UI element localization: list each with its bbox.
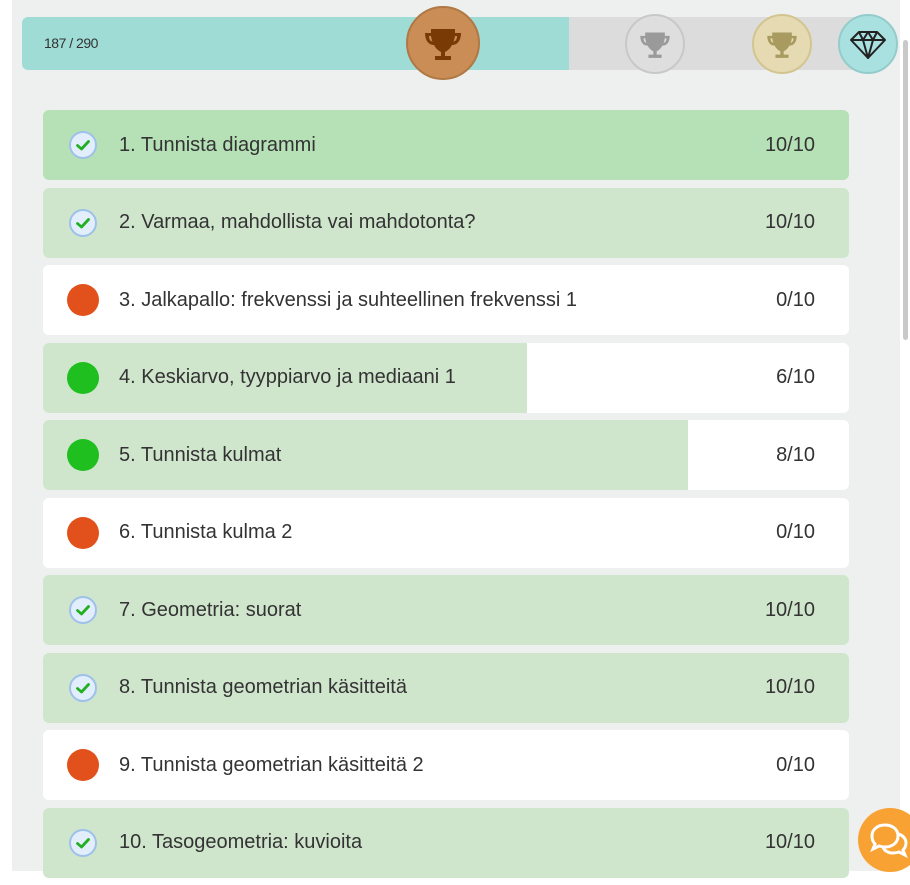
exercise-title: 3. Jalkapallo: frekvenssi ja suhteelline… xyxy=(119,288,578,311)
check-icon xyxy=(76,605,90,616)
diamond-icon xyxy=(850,31,886,59)
exercise-score: 8/10 xyxy=(776,443,815,466)
exercise-row[interactable]: 4. Keskiarvo, tyyppiarvo ja mediaani 1 6… xyxy=(43,342,849,413)
not-started-dot-icon xyxy=(67,516,99,549)
in-progress-dot-icon xyxy=(67,361,99,394)
exercise-score: 10/10 xyxy=(764,133,815,156)
trophy-silver xyxy=(625,14,685,74)
exercise-score: 0/10 xyxy=(776,753,815,776)
completed-check-icon xyxy=(69,208,97,237)
progress-text: 187 / 290 xyxy=(44,35,98,51)
exercise-score: 0/10 xyxy=(776,288,815,311)
exercise-title: 5. Tunnista kulmat xyxy=(119,443,282,466)
exercise-row[interactable]: 2. Varmaa, mahdollista vai mahdotonta? 1… xyxy=(43,187,849,258)
exercise-row[interactable]: 8. Tunnista geometrian käsitteitä 10/10 xyxy=(43,652,849,723)
exercise-row[interactable]: 3. Jalkapallo: frekvenssi ja suhteelline… xyxy=(43,265,849,335)
exercise-score: 0/10 xyxy=(776,521,815,543)
check-icon xyxy=(76,682,90,693)
exercise-title: 2. Varmaa, mahdollista vai mahdotonta? xyxy=(119,211,476,233)
trophy-gold xyxy=(752,14,812,74)
exercise-row[interactable]: 10. Tasogeometria: kuvioita 10/10 xyxy=(43,807,849,878)
trophy-icon xyxy=(767,32,797,58)
not-started-dot-icon xyxy=(67,284,99,316)
not-started-dot-icon xyxy=(67,749,99,781)
exercise-score: 10/10 xyxy=(764,831,815,853)
check-icon xyxy=(76,140,90,151)
trophy-diamond xyxy=(838,14,898,74)
exercise-list: 1. Tunnista diagrammi 10/10 2. Varmaa, m… xyxy=(43,110,849,885)
exercise-title: 1. Tunnista diagrammi xyxy=(119,133,316,156)
exercise-title: 6. Tunnista kulma 2 xyxy=(119,521,293,543)
trophy-icon xyxy=(640,32,670,58)
in-progress-dot-icon xyxy=(67,439,99,471)
exercise-score: 6/10 xyxy=(776,366,815,388)
trophy-bronze xyxy=(406,6,480,80)
exercise-score: 10/10 xyxy=(764,598,815,621)
exercise-title: 9. Tunnista geometrian käsitteitä 2 xyxy=(119,753,424,776)
chat-bubbles-icon xyxy=(870,823,908,858)
exercise-row[interactable]: 1. Tunnista diagrammi 10/10 xyxy=(43,110,849,180)
check-icon xyxy=(76,837,90,848)
exercise-score: 10/10 xyxy=(764,211,815,233)
completed-check-icon xyxy=(69,596,97,624)
trophy-icon xyxy=(425,29,461,60)
completed-check-icon xyxy=(69,828,97,857)
exercise-title: 10. Tasogeometria: kuvioita xyxy=(119,831,363,853)
exercise-row[interactable]: 9. Tunnista geometrian käsitteitä 2 0/10 xyxy=(43,730,849,800)
exercise-score: 10/10 xyxy=(764,676,815,698)
check-icon xyxy=(76,217,90,228)
scrollbar[interactable] xyxy=(903,40,908,340)
completed-check-icon xyxy=(69,131,97,159)
exercise-row[interactable]: 5. Tunnista kulmat 8/10 xyxy=(43,420,849,490)
exercise-row[interactable]: 7. Geometria: suorat 10/10 xyxy=(43,575,849,645)
exercise-title: 4. Keskiarvo, tyyppiarvo ja mediaani 1 xyxy=(119,366,456,388)
progress-fill xyxy=(22,17,569,70)
exercise-title: 7. Geometria: suorat xyxy=(119,598,302,621)
exercise-row[interactable]: 6. Tunnista kulma 2 0/10 xyxy=(43,497,849,568)
completed-check-icon xyxy=(69,673,97,702)
exercise-title: 8. Tunnista geometrian käsitteitä xyxy=(119,676,407,698)
